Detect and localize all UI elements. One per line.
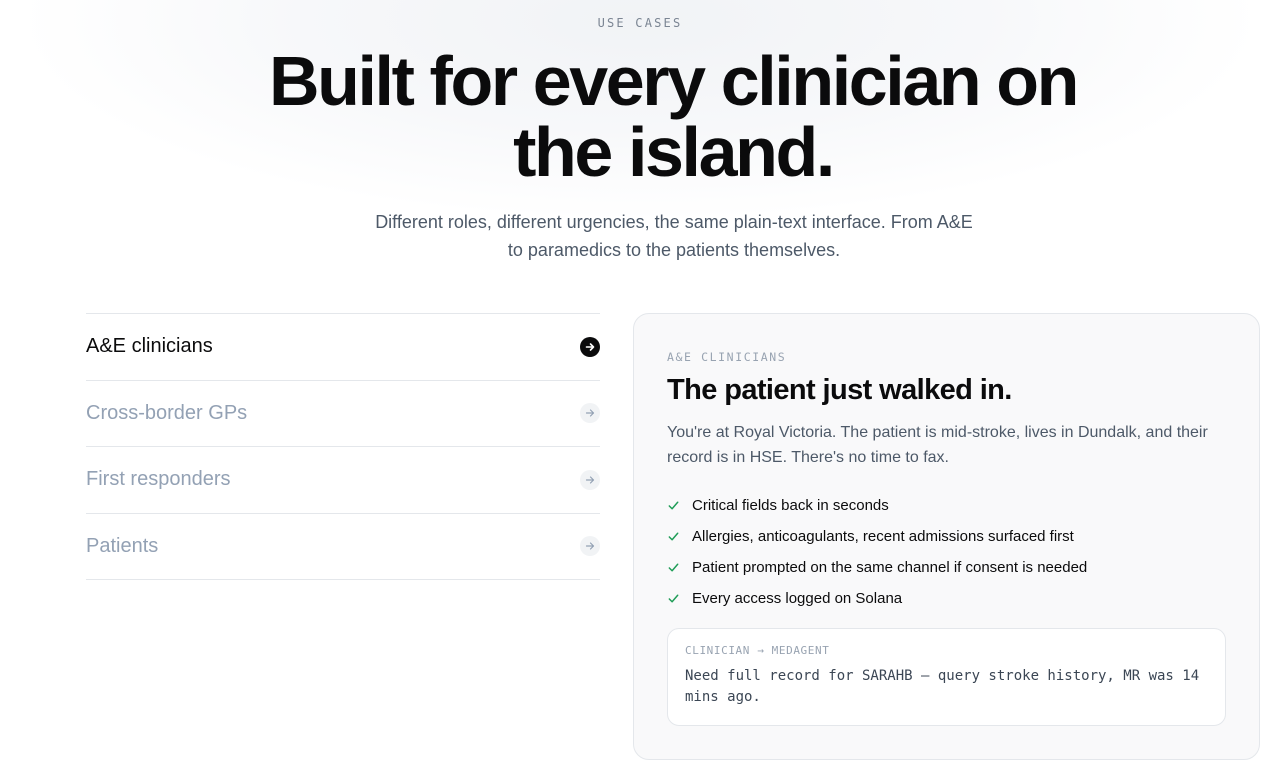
tab-first-responders[interactable]: First responders	[86, 447, 600, 514]
panel-eyebrow: A&E CLINICIANS	[667, 350, 787, 364]
use-case-panel: A&E CLINICIANS The patient just walked i…	[633, 313, 1260, 760]
tab-label: A&E clinicians	[86, 335, 213, 358]
checklist-item-text: Critical fields back in seconds	[692, 497, 889, 514]
tab-patients[interactable]: Patients	[86, 514, 600, 580]
tab-label: Cross-border GPs	[86, 401, 248, 424]
checklist-item-text: Allergies, anticoagulants, recent admiss…	[692, 528, 1074, 545]
tab-cross-border-gps[interactable]: Cross-border GPs	[86, 381, 600, 447]
tab-ae-clinicians[interactable]: A&E clinicians	[86, 314, 600, 381]
arrow-right-icon	[580, 403, 600, 424]
checklist-item-text: Every access logged on Solana	[692, 590, 903, 607]
page: USE CASES Built for every clinician on t…	[0, 0, 1280, 780]
checklist-item: Allergies, anticoagulants, recent admiss…	[667, 521, 1087, 552]
feature-checklist: Critical fields back in seconds Allergie…	[667, 490, 1087, 614]
arrow-right-icon	[580, 469, 600, 490]
arrow-right-icon	[580, 336, 600, 357]
checklist-item: Every access logged on Solana	[667, 583, 1087, 614]
message-header: CLINICIAN → MEDAGENT	[685, 644, 830, 657]
check-icon	[667, 499, 681, 513]
page-subheading: Different roles, different urgencies, th…	[375, 212, 973, 260]
panel-description: You're at Royal Victoria. The patient is…	[667, 424, 1208, 466]
checklist-item-text: Patient prompted on the same channel if …	[692, 559, 1088, 576]
check-icon	[667, 592, 681, 606]
checklist-item: Patient prompted on the same channel if …	[667, 552, 1087, 583]
checklist-item: Critical fields back in seconds	[667, 490, 1087, 521]
check-icon	[667, 530, 681, 544]
tab-label: Patients	[86, 534, 159, 557]
tab-label: First responders	[86, 468, 231, 491]
page-headline: Built for every clinician on the island.	[268, 42, 1079, 191]
example-message-card: CLINICIAN → MEDAGENT Need full record fo…	[667, 628, 1226, 726]
arrow-right-icon	[580, 536, 600, 557]
section-eyebrow: USE CASES	[597, 16, 683, 30]
message-body: Need full record for SARAHB — query stro…	[685, 668, 1200, 705]
check-icon	[667, 561, 681, 575]
use-case-tabs: A&E clinicians Cross-border GPs First re…	[86, 313, 600, 580]
panel-title: The patient just walked in.	[667, 374, 1012, 406]
